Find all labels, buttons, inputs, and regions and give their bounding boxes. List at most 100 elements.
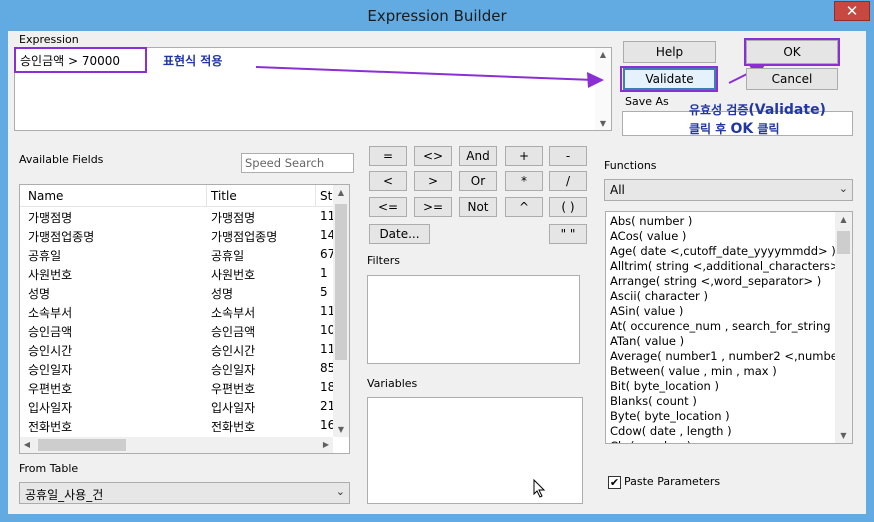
plus-button[interactable]: + (505, 146, 543, 166)
speed-search-placeholder: Speed Search (245, 156, 325, 170)
function-item[interactable]: Ascii( character ) (610, 289, 836, 304)
expression-builder-window: Expression Builder ✕ Expression 승인금액 > 7… (0, 0, 874, 522)
field-st-cell: 21 (320, 399, 334, 413)
scroll-up-icon[interactable]: ▲ (333, 188, 349, 197)
parentheses-button[interactable]: ( ) (549, 197, 587, 217)
field-title-cell: 승인일자 (211, 363, 256, 377)
scroll-left-icon[interactable]: ◀ (22, 440, 32, 449)
functions-list[interactable]: Abs( number ) ACos( value ) Age( date <,cu… (605, 211, 853, 444)
from-table-select[interactable]: 공휴일_사용_건 ⌄ (19, 482, 350, 504)
fields-vscrollbar[interactable]: ▲ ▼ (333, 185, 349, 437)
table-row[interactable]: 전화번호 전화번호 16 (20, 417, 336, 436)
not-equal-button[interactable]: <> (414, 146, 452, 166)
or-button[interactable]: Or (459, 171, 497, 191)
function-item[interactable]: ASin( value ) (610, 304, 836, 319)
scroll-down-icon[interactable]: ▼ (835, 431, 852, 440)
scroll-down-icon[interactable]: ▼ (333, 425, 349, 434)
fields-vscroll-thumb[interactable] (335, 204, 347, 360)
less-equal-button[interactable]: <= (369, 197, 407, 217)
paste-parameters-label[interactable]: Paste Parameters (624, 475, 720, 488)
available-fields-label: Available Fields (19, 153, 104, 166)
function-item[interactable]: Chr( number ) (610, 439, 836, 443)
function-item[interactable]: Cdow( date , length ) (610, 424, 836, 439)
help-button[interactable]: Help (623, 41, 716, 63)
function-item[interactable]: Bit( byte_location ) (610, 379, 836, 394)
not-button[interactable]: Not (459, 197, 497, 217)
title-bar[interactable]: Expression Builder ✕ (0, 0, 874, 32)
functions-category-select[interactable]: All ⌄ (604, 179, 853, 201)
functions-vscrollbar[interactable]: ▲ ▼ (835, 212, 852, 443)
scroll-right-icon[interactable]: ▶ (321, 440, 331, 449)
field-name-cell: 승인금액 (28, 325, 73, 339)
power-button[interactable]: ^ (505, 197, 543, 217)
scroll-up-icon[interactable]: ▲ (835, 215, 852, 224)
cancel-button[interactable]: Cancel (746, 68, 838, 90)
function-item[interactable]: ACos( value ) (610, 229, 836, 244)
fields-hscroll-thumb[interactable] (38, 439, 126, 451)
field-name-cell: 전화번호 (28, 420, 73, 434)
ok-annotation-suffix: 클릭 (753, 122, 780, 136)
less-than-button[interactable]: < (369, 171, 407, 191)
field-title-cell: 전화번호 (211, 420, 256, 434)
arrow-to-validate-head (587, 72, 604, 88)
function-item[interactable]: At( occurence_num , search_for_string , … (610, 319, 836, 334)
field-name-cell: 승인시간 (28, 344, 73, 358)
greater-than-button[interactable]: > (414, 171, 452, 191)
checkmark-icon: ✔ (609, 476, 620, 489)
function-item[interactable]: Average( number1 , number2 <,number3 .. (610, 349, 836, 364)
quote-button[interactable]: " " (549, 224, 587, 244)
field-st-cell: 11 (320, 209, 334, 223)
table-row[interactable]: 가맹점업종명 가맹점업종명 14 (20, 227, 336, 246)
minus-button[interactable]: - (549, 146, 587, 166)
column-header-st[interactable]: St (320, 189, 332, 203)
function-item[interactable]: Arrange( string <,word_separator> ) (610, 274, 836, 289)
table-row[interactable]: 승인금액 승인금액 10 (20, 322, 336, 341)
field-st-cell: 1 (320, 266, 328, 280)
function-item[interactable]: ATan( value ) (610, 334, 836, 349)
equals-button[interactable]: = (369, 146, 407, 166)
speed-search-input[interactable]: Speed Search (241, 153, 354, 173)
column-divider (206, 185, 207, 207)
table-row[interactable]: 소속부서 소속부서 11 (20, 303, 336, 322)
table-row[interactable]: 성명 성명 5 (20, 284, 336, 303)
chevron-down-icon: ⌄ (838, 182, 848, 195)
functions-label: Functions (604, 159, 657, 172)
field-name-cell: 소속부서 (28, 306, 73, 320)
function-item[interactable]: Age( date <,cutoff_date_yyyymmdd> ) (610, 244, 836, 259)
function-item[interactable]: Between( value , min , max ) (610, 364, 836, 379)
dialog-client-area: Expression 승인금액 > 70000 ▲ ▼ 표현식 적용 Help … (8, 31, 866, 514)
function-item[interactable]: Blanks( count ) (610, 394, 836, 409)
validate-annotation-line2: 클릭 후 OK 클릭 (689, 120, 780, 137)
field-st-cell: 11 (320, 304, 334, 318)
field-title-cell: 입사일자 (211, 401, 256, 415)
close-icon[interactable]: ✕ (834, 1, 870, 21)
table-row[interactable]: 가맹점명 가맹점명 11 (20, 208, 336, 227)
chevron-down-icon: ⌄ (335, 485, 345, 498)
function-item[interactable]: Abs( number ) (610, 214, 836, 229)
field-title-cell: 공휴일 (211, 249, 245, 263)
arrow-to-validate-line (255, 66, 595, 81)
filters-list[interactable] (367, 275, 580, 364)
greater-equal-button[interactable]: >= (414, 197, 452, 217)
fields-hscrollbar[interactable]: ◀ ▶ (20, 437, 333, 453)
table-row[interactable]: 승인일자 승인일자 85 (20, 360, 336, 379)
table-row[interactable]: 승인시간 승인시간 11 (20, 341, 336, 360)
table-row[interactable]: 사원번호 사원번호 1 (20, 265, 336, 284)
available-fields-list[interactable]: Name Title St 가맹점명 가맹점명 11 가맹점업종명 가맹점업종명 14 공휴… (19, 184, 350, 454)
and-button[interactable]: And (459, 146, 497, 166)
table-row[interactable]: 공휴일 공휴일 67 (20, 246, 336, 265)
table-row[interactable]: 입사일자 입사일자 21 (20, 398, 336, 417)
function-item[interactable]: Byte( byte_location ) (610, 409, 836, 424)
table-row[interactable]: 우편번호 우편번호 18 (20, 379, 336, 398)
column-header-name[interactable]: Name (28, 189, 63, 203)
validate-annotation-line1: 유효성 검증(Validate) (689, 101, 826, 118)
divide-button[interactable]: / (549, 171, 587, 191)
variables-list[interactable] (367, 397, 583, 504)
multiply-button[interactable]: * (505, 171, 543, 191)
function-item[interactable]: Alltrim( string <,additional_characters>… (610, 259, 836, 274)
column-header-title[interactable]: Title (211, 189, 237, 203)
paste-parameters-checkbox[interactable]: ✔ (608, 476, 621, 489)
functions-vscroll-thumb[interactable] (837, 231, 850, 254)
date-button[interactable]: Date... (369, 224, 430, 244)
validate-annotation-text: 유효성 검증 (689, 103, 749, 117)
